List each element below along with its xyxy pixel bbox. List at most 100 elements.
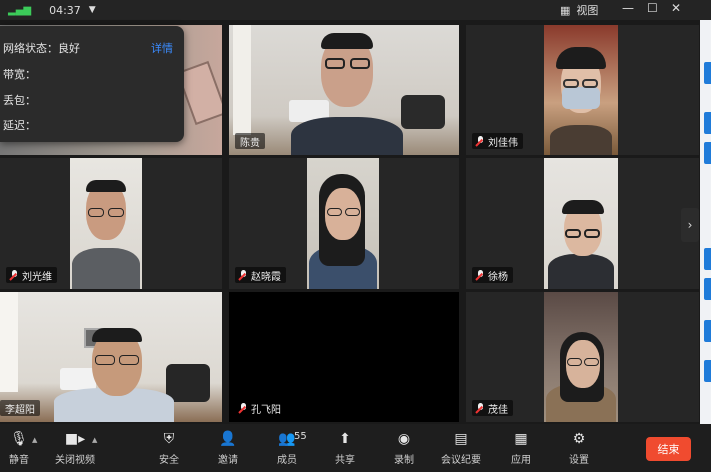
invite-button[interactable]: 👤 邀请 bbox=[213, 424, 243, 472]
face-mask bbox=[562, 87, 600, 109]
participant-tile[interactable]: 茂佳 bbox=[466, 292, 699, 422]
participant-name: 孔飞阳 bbox=[251, 404, 281, 416]
participant-name: 徐杨 bbox=[488, 271, 508, 283]
nameplate: 陈贵 bbox=[235, 133, 265, 149]
person-body bbox=[548, 254, 614, 289]
nameplate: 赵晓霞 bbox=[235, 267, 286, 283]
network-status-popup: 网络状态：良好 详情 带宽： 丢包： 延迟： bbox=[0, 26, 184, 142]
title-bar: ▂▄▆ 04:37 ▼ ▦ 视图 — ☐ ✕ bbox=[0, 0, 711, 20]
participant-tile[interactable]: 孔飞阳 bbox=[229, 292, 459, 422]
glasses bbox=[582, 79, 598, 88]
settings-button[interactable]: ⚙ 设置 bbox=[564, 424, 594, 472]
gear-icon: ⚙ bbox=[572, 430, 586, 447]
add-user-icon: 👤 bbox=[219, 430, 237, 447]
minutes-label: 会议纪要 bbox=[441, 454, 481, 466]
network-status: 网络状态：良好 bbox=[3, 42, 80, 55]
shield-icon: ⛨ bbox=[163, 430, 175, 447]
nameplate: 刘光维 bbox=[6, 267, 57, 283]
person-hair bbox=[556, 47, 606, 69]
room-wall bbox=[0, 292, 18, 392]
participant-name: 陈贵 bbox=[240, 137, 260, 149]
latency-label: 延迟： bbox=[3, 119, 36, 132]
sofa bbox=[60, 368, 96, 390]
record-label: 录制 bbox=[394, 454, 414, 466]
record-button[interactable]: ◉ 录制 bbox=[389, 424, 419, 472]
person-body bbox=[291, 117, 403, 155]
glasses bbox=[119, 355, 139, 365]
glasses bbox=[567, 358, 582, 366]
edge-block bbox=[704, 278, 711, 300]
nameplate: 茂佳 bbox=[472, 400, 513, 416]
mute-button[interactable]: 🎙 静音 bbox=[4, 424, 34, 472]
details-link[interactable]: 详情 bbox=[151, 40, 173, 56]
end-meeting-button[interactable]: 结束 bbox=[646, 437, 691, 461]
camera-icon: ■▸ bbox=[64, 430, 86, 447]
meeting-time: 04:37 bbox=[49, 3, 81, 17]
person-body bbox=[72, 248, 140, 289]
packet-loss-label: 丢包： bbox=[3, 94, 36, 107]
glasses bbox=[327, 208, 342, 216]
close-button[interactable]: ✕ bbox=[671, 1, 681, 15]
member-count: 55 bbox=[294, 431, 307, 442]
edge-block bbox=[704, 360, 711, 382]
nameplate: 孔飞阳 bbox=[235, 400, 286, 416]
participant-tile[interactable]: 李超阳 bbox=[0, 292, 222, 422]
minimize-button[interactable]: — bbox=[622, 1, 634, 15]
apps-button[interactable]: ▦ 应用 bbox=[506, 424, 536, 472]
next-page-button[interactable]: › bbox=[681, 208, 699, 242]
share-screen-icon: ⬆ bbox=[339, 430, 351, 447]
mic-muted-icon bbox=[477, 270, 484, 280]
maximize-button[interactable]: ☐ bbox=[647, 1, 658, 15]
chevron-up-icon[interactable]: ▲ bbox=[92, 436, 97, 444]
glasses bbox=[325, 58, 345, 69]
share-button[interactable]: ⬆ 共享 bbox=[330, 424, 360, 472]
chair bbox=[166, 364, 210, 402]
participant-tile[interactable]: 赵晓霞 bbox=[229, 158, 459, 289]
view-button[interactable]: ▦ 视图 bbox=[560, 2, 598, 18]
edge-block bbox=[704, 142, 711, 164]
security-button[interactable]: ⛨ 安全 bbox=[154, 424, 184, 472]
glasses bbox=[584, 229, 600, 238]
settings-label: 设置 bbox=[569, 454, 589, 466]
background-window-edge bbox=[700, 20, 711, 424]
edge-block bbox=[704, 62, 711, 84]
nameplate: 刘佳伟 bbox=[472, 133, 523, 149]
nameplate: 李超阳 bbox=[0, 400, 40, 416]
stop-video-button[interactable]: ■▸ 关闭视频 bbox=[52, 424, 98, 472]
glasses bbox=[584, 358, 599, 366]
bandwidth-label: 带宽： bbox=[3, 68, 36, 81]
glasses bbox=[345, 208, 360, 216]
signal-icon: ▂▄▆ bbox=[8, 4, 32, 16]
share-label: 共享 bbox=[335, 454, 355, 466]
security-label: 安全 bbox=[159, 454, 179, 466]
glasses bbox=[88, 208, 104, 217]
glasses bbox=[563, 79, 579, 88]
chevron-down-icon[interactable]: ▼ bbox=[89, 5, 96, 15]
participant-tile[interactable]: 刘佳伟 bbox=[466, 25, 699, 155]
chevron-right-icon: › bbox=[687, 218, 693, 232]
grid-view-icon: ▦ bbox=[560, 3, 571, 17]
microphone-icon: 🎙 bbox=[10, 430, 28, 447]
mute-label: 静音 bbox=[9, 454, 29, 466]
edge-block bbox=[704, 112, 711, 134]
chevron-up-icon[interactable]: ▲ bbox=[32, 436, 37, 444]
edge-block bbox=[704, 248, 711, 270]
mic-muted-icon bbox=[477, 403, 484, 413]
participant-tile[interactable]: 徐杨 bbox=[466, 158, 699, 289]
participant-tile[interactable]: 陈贵 bbox=[229, 25, 459, 155]
mic-muted-icon bbox=[240, 270, 247, 280]
person-hair bbox=[86, 180, 126, 192]
stop-video-label: 关闭视频 bbox=[55, 454, 95, 466]
mic-muted-icon bbox=[477, 136, 484, 146]
person-hair bbox=[92, 328, 142, 342]
members-button[interactable]: 👥 成员 55 bbox=[272, 424, 307, 472]
glasses bbox=[350, 58, 370, 69]
participant-name: 茂佳 bbox=[488, 404, 508, 416]
participant-name: 赵晓霞 bbox=[251, 271, 281, 283]
apps-grid-icon: ▦ bbox=[514, 430, 528, 447]
edge-block bbox=[704, 320, 711, 342]
participant-name: 刘佳伟 bbox=[488, 137, 518, 149]
participant-name: 刘光维 bbox=[22, 271, 52, 283]
minutes-button[interactable]: ▤ 会议纪要 bbox=[438, 424, 484, 472]
participant-tile[interactable]: 刘光维 bbox=[0, 158, 222, 289]
